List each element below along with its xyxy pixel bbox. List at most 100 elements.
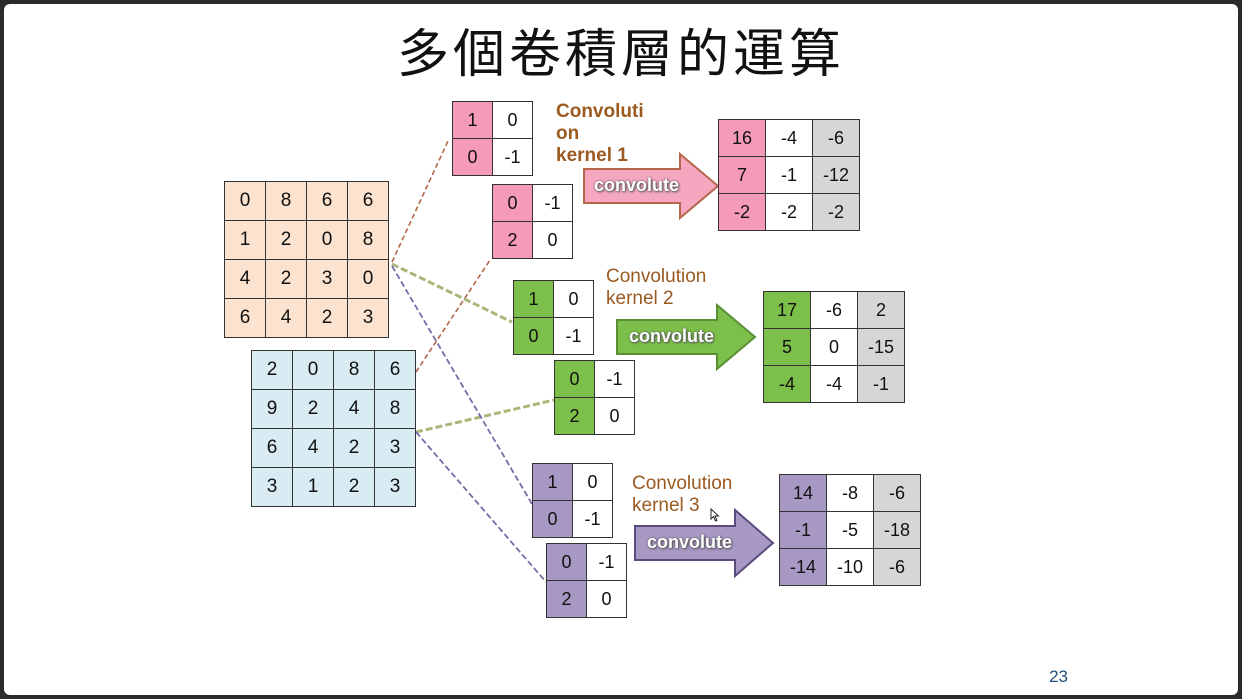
matrix-row: 2086: [251, 350, 416, 390]
connector-k3b: [415, 431, 547, 583]
matrix-cell: -6: [810, 291, 858, 329]
kernel-3-label-line1: Convolution: [632, 473, 733, 494]
matrix-cell: 2: [265, 220, 307, 260]
matrix-cell: 0: [532, 500, 573, 538]
result-matrix-3: 14 -8 -6 -1 -5 -18 -14 -10 -6: [779, 474, 921, 586]
matrix-cell: 2: [265, 259, 307, 299]
matrix-cell: -1: [532, 184, 573, 222]
matrix-cell: 8: [265, 181, 307, 221]
matrix-row: -1 -5 -18: [779, 511, 921, 549]
matrix-cell: 3: [347, 298, 389, 338]
matrix-cell: 0: [532, 221, 573, 259]
kernel-1-label-line1: Convoluti: [556, 101, 644, 122]
connector-k2a: [391, 262, 513, 324]
matrix-row: 3123: [251, 467, 416, 507]
matrix-row: 20: [554, 397, 635, 435]
matrix-cell: -1: [765, 156, 813, 194]
matrix-cell: -6: [873, 474, 921, 512]
matrix-row: 7 -1 -12: [718, 156, 860, 194]
matrix-cell: -6: [873, 548, 921, 586]
matrix-cell: 1: [513, 280, 554, 318]
matrix-cell: 0: [306, 220, 348, 260]
page-number: 23: [1049, 667, 1068, 686]
matrix-cell: -4: [763, 365, 811, 403]
matrix-cell: -8: [826, 474, 874, 512]
matrix-cell: 9: [251, 389, 293, 429]
matrix-row: 0866: [224, 181, 389, 221]
matrix-cell: 0: [594, 397, 635, 435]
matrix-row: 0 -1: [492, 184, 573, 222]
matrix-cell: -14: [779, 548, 827, 586]
connector-k2b: [415, 398, 555, 434]
kernel-2-channel-1: 1 0 0 -1: [513, 280, 594, 355]
slide: 多個卷積層的運算 0866120842306423 20869248642331…: [4, 4, 1238, 695]
matrix-cell: 2: [554, 397, 595, 435]
matrix-cell: 2: [333, 428, 375, 468]
matrix-cell: -2: [718, 193, 766, 231]
matrix-cell: 4: [265, 298, 307, 338]
matrix-row: 16 -4 -6: [718, 119, 860, 157]
matrix-cell: 5: [763, 328, 811, 366]
matrix-cell: -2: [765, 193, 813, 231]
matrix-cell: 0: [546, 543, 587, 581]
matrix-cell: 0: [492, 184, 533, 222]
matrix-cell: 8: [374, 389, 416, 429]
matrix-cell: -1: [572, 500, 613, 538]
matrix-cell: 3: [374, 467, 416, 507]
matrix-cell: -4: [765, 119, 813, 157]
matrix-row: 20: [546, 580, 627, 618]
matrix-cell: 1: [292, 467, 334, 507]
mouse-cursor-icon: [710, 508, 720, 522]
kernel-2-label-line1: Convolution: [606, 266, 707, 287]
matrix-row: 20: [492, 221, 573, 259]
matrix-cell: 17: [763, 291, 811, 329]
matrix-row: -4 -4 -1: [763, 365, 905, 403]
matrix-cell: 3: [306, 259, 348, 299]
matrix-cell: 4: [333, 389, 375, 429]
matrix-cell: 0: [572, 463, 613, 501]
matrix-cell: 2: [492, 221, 533, 259]
matrix-cell: -6: [812, 119, 860, 157]
matrix-row: 10: [513, 280, 594, 318]
matrix-cell: -1: [553, 317, 594, 355]
matrix-cell: 1: [532, 463, 573, 501]
matrix-cell: -15: [857, 328, 905, 366]
matrix-cell: 6: [306, 181, 348, 221]
matrix-cell: -1: [492, 138, 533, 176]
matrix-cell: 6: [374, 350, 416, 390]
matrix-row: 6423: [251, 428, 416, 468]
matrix-cell: -1: [857, 365, 905, 403]
matrix-cell: 8: [333, 350, 375, 390]
matrix-row: 4230: [224, 259, 389, 299]
matrix-row: 0 -1: [532, 500, 613, 538]
matrix-row: 0 -1: [452, 138, 533, 176]
matrix-cell: -4: [810, 365, 858, 403]
matrix-cell: -2: [812, 193, 860, 231]
matrix-row: 14 -8 -6: [779, 474, 921, 512]
kernel-3-channel-1: 1 0 0 -1: [532, 463, 613, 538]
matrix-cell: 0: [554, 360, 595, 398]
convolute-label-2: convolute: [629, 326, 715, 346]
matrix-cell: 4: [292, 428, 334, 468]
connector-k1b: [415, 259, 491, 373]
convolute-label-1: convolute: [594, 175, 680, 195]
matrix-cell: 0: [586, 580, 627, 618]
matrix-cell: 2: [292, 389, 334, 429]
matrix-cell: 2: [333, 467, 375, 507]
input-matrix-1: 0866120842306423: [224, 181, 389, 338]
matrix-cell: -18: [873, 511, 921, 549]
matrix-cell: 16: [718, 119, 766, 157]
matrix-cell: 2: [857, 291, 905, 329]
matrix-cell: 0: [452, 138, 493, 176]
matrix-row: 1208: [224, 220, 389, 260]
matrix-row: -14 -10 -6: [779, 548, 921, 586]
matrix-cell: 0: [810, 328, 858, 366]
result-matrix-2: 17 -6 2 5 0 -15 -4 -4 -1: [763, 291, 905, 403]
matrix-cell: -1: [779, 511, 827, 549]
matrix-row: -2 -2 -2: [718, 193, 860, 231]
matrix-cell: -10: [826, 548, 874, 586]
matrix-cell: 6: [251, 428, 293, 468]
matrix-row: 10: [452, 101, 533, 139]
kernel-1-channel-1: 1 0 0 -1: [452, 101, 533, 176]
matrix-row: 0 -1: [513, 317, 594, 355]
